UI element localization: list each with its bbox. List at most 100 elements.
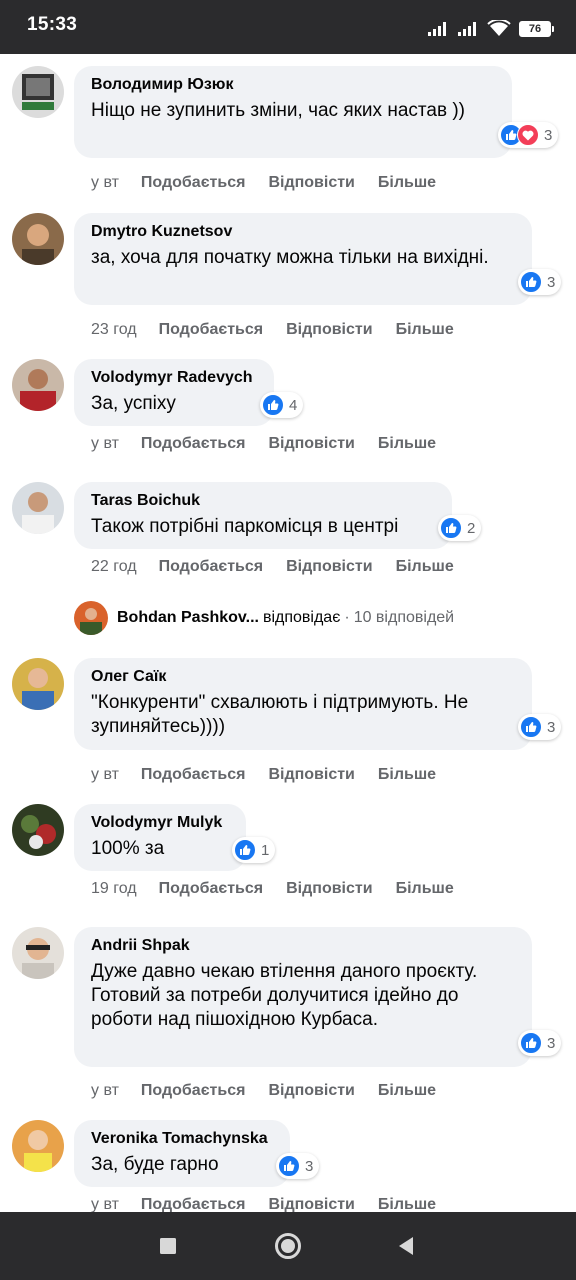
- more-button[interactable]: Більше: [396, 880, 454, 898]
- comment-text: за, хоча для початку можна тільки на вих…: [91, 247, 489, 268]
- home-button[interactable]: [274, 1232, 302, 1260]
- reply-button[interactable]: Відповісти: [286, 880, 372, 898]
- comment-text: За, успіху: [91, 393, 176, 414]
- comment-bubble: Veronika Tomachynska За, буде гарно: [74, 1120, 290, 1187]
- square-icon: [160, 1238, 176, 1254]
- reaction-summary[interactable]: 3: [276, 1153, 320, 1179]
- comment-time[interactable]: у вт: [91, 1196, 119, 1212]
- comment-time[interactable]: 19 год: [91, 880, 137, 898]
- comment-actions: у вт Подобається Відповісти Більше: [91, 1082, 459, 1100]
- reply-button[interactable]: Відповісти: [268, 1082, 354, 1100]
- comment-bubble: Taras Boichuk Також потрібні паркомісця …: [74, 482, 452, 549]
- comment-author[interactable]: Володимир Юзюк: [91, 75, 495, 95]
- replies-thread-link[interactable]: Bohdan Pashkov... відповідає · 10 відпов…: [74, 601, 454, 635]
- reaction-count: 3: [547, 718, 556, 736]
- reaction-summary[interactable]: 3: [518, 269, 562, 295]
- back-triangle-icon: [399, 1237, 413, 1255]
- like-reaction-icon: [520, 716, 542, 738]
- avatar[interactable]: [12, 359, 64, 411]
- comment-actions: у вт Подобається Відповісти Більше: [91, 1196, 459, 1212]
- more-button[interactable]: Більше: [378, 1196, 436, 1212]
- reply-button[interactable]: Відповісти: [268, 766, 354, 784]
- more-button[interactable]: Більше: [396, 558, 454, 576]
- comment-author[interactable]: Volodymyr Mulyk: [91, 813, 229, 833]
- like-button[interactable]: Подобається: [159, 880, 264, 898]
- like-reaction-icon: [440, 517, 462, 539]
- like-reaction-icon: [520, 1032, 542, 1054]
- comment-author[interactable]: Veronika Tomachynska: [91, 1129, 273, 1149]
- reaction-summary[interactable]: 3: [518, 1030, 562, 1056]
- circle-icon: [275, 1233, 301, 1259]
- comment-author[interactable]: Taras Boichuk: [91, 491, 435, 511]
- avatar[interactable]: [12, 927, 64, 979]
- comment-bubble: Andrii Shpak Дуже давно чекаю втілення д…: [74, 927, 532, 1067]
- battery-icon: 76: [519, 21, 554, 37]
- avatar[interactable]: [12, 213, 64, 265]
- comment-time[interactable]: 23 год: [91, 321, 137, 339]
- comment-author[interactable]: Dmytro Kuznetsov: [91, 222, 515, 242]
- comment-author[interactable]: Andrii Shpak: [91, 936, 515, 956]
- comment-text: Дуже давно чекаю втілення даного проєкту…: [91, 961, 478, 1030]
- reaction-summary[interactable]: 1: [232, 837, 276, 863]
- reaction-count: 2: [467, 519, 476, 537]
- comment-bubble: Volodymyr Mulyk 100% за: [74, 804, 246, 871]
- comment-text: Ніщо не зупинить зміни, час яких настав …: [91, 100, 465, 121]
- like-reaction-icon: [278, 1155, 300, 1177]
- avatar[interactable]: [12, 1120, 64, 1172]
- like-button[interactable]: Подобається: [141, 1196, 246, 1212]
- comment-time[interactable]: 22 год: [91, 558, 137, 576]
- like-reaction-icon: [234, 839, 256, 861]
- reaction-summary[interactable]: 3: [498, 122, 559, 148]
- status-time: 15:33: [27, 14, 78, 35]
- comment-actions: у вт Подобається Відповісти Більше: [91, 174, 459, 192]
- reaction-summary[interactable]: 3: [518, 714, 562, 740]
- comment-time[interactable]: у вт: [91, 766, 119, 784]
- signal-icon: [458, 22, 476, 36]
- comments-list: Володимир Юзюк Ніщо не зупинить зміни, ч…: [0, 54, 576, 1212]
- avatar[interactable]: [12, 658, 64, 710]
- reaction-count: 1: [261, 841, 270, 859]
- signal-icon: [428, 22, 446, 36]
- comment-bubble: Dmytro Kuznetsov за, хоча для початку мо…: [74, 213, 532, 305]
- avatar[interactable]: [12, 482, 64, 534]
- avatar[interactable]: [12, 804, 64, 856]
- comment-time[interactable]: у вт: [91, 174, 119, 192]
- comment-author[interactable]: Олег Саїк: [91, 667, 515, 687]
- comment-actions: 19 год Подобається Відповісти Більше: [91, 880, 477, 898]
- status-icons: 76: [427, 19, 554, 39]
- reply-button[interactable]: Відповісти: [268, 1196, 354, 1212]
- thread-separator: ·: [344, 609, 350, 626]
- like-button[interactable]: Подобається: [159, 558, 264, 576]
- like-button[interactable]: Подобається: [141, 435, 246, 453]
- more-button[interactable]: Більше: [378, 435, 436, 453]
- comment-text: Також потрібні паркомісця в центрі: [91, 516, 399, 537]
- reply-button[interactable]: Відповісти: [268, 435, 354, 453]
- like-button[interactable]: Подобається: [159, 321, 264, 339]
- reply-button[interactable]: Відповісти: [286, 321, 372, 339]
- reaction-summary[interactable]: 4: [260, 392, 304, 418]
- comment-text: За, буде гарно: [91, 1154, 219, 1175]
- avatar[interactable]: [12, 66, 64, 118]
- thread-reply-count: 10 відповідей: [353, 609, 455, 626]
- more-button[interactable]: Більше: [378, 174, 436, 192]
- comment-time[interactable]: у вт: [91, 1082, 119, 1100]
- more-button[interactable]: Більше: [396, 321, 454, 339]
- status-bar: 15:33 76: [0, 0, 576, 54]
- like-button[interactable]: Подобається: [141, 174, 246, 192]
- back-button[interactable]: [392, 1232, 420, 1260]
- comment-time[interactable]: у вт: [91, 435, 119, 453]
- like-button[interactable]: Подобається: [141, 1082, 246, 1100]
- comment-actions: 23 год Подобається Відповісти Більше: [91, 321, 477, 339]
- recents-button[interactable]: [154, 1232, 182, 1260]
- reaction-count: 3: [547, 1034, 556, 1052]
- reaction-summary[interactable]: 2: [438, 515, 482, 541]
- more-button[interactable]: Більше: [378, 1082, 436, 1100]
- reaction-count: 3: [544, 126, 553, 144]
- reply-button[interactable]: Відповісти: [286, 558, 372, 576]
- more-button[interactable]: Більше: [378, 766, 436, 784]
- reply-button[interactable]: Відповісти: [268, 174, 354, 192]
- comment-author[interactable]: Volodymyr Radevych: [91, 368, 257, 388]
- like-reaction-icon: [520, 271, 542, 293]
- comment-bubble: Volodymyr Radevych За, успіху: [74, 359, 274, 426]
- like-button[interactable]: Подобається: [141, 766, 246, 784]
